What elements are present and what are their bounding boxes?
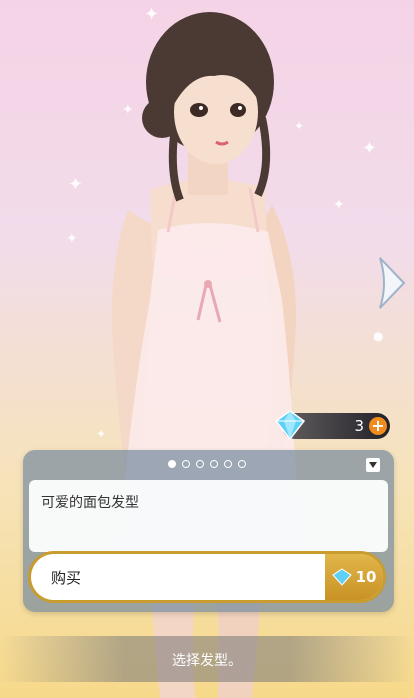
plus-icon[interactable]: + — [369, 417, 387, 435]
caption-bar: 选择发型。 — [0, 636, 414, 682]
diamond-icon — [274, 410, 306, 441]
pager-dot[interactable] — [238, 460, 246, 468]
price-value: 10 — [355, 568, 377, 586]
buy-label: 购买 — [51, 569, 82, 587]
buy-button[interactable]: 购买 10 — [31, 554, 383, 600]
pager-dot[interactable] — [210, 460, 218, 468]
pager-dot[interactable] — [168, 460, 176, 468]
pager-dot[interactable] — [224, 460, 232, 468]
diamond-count: 3 — [354, 417, 364, 435]
diamond-balance: 3 + — [274, 410, 390, 441]
item-description-box: 可爱的面包发型 — [29, 480, 388, 552]
diamond-icon — [331, 568, 352, 586]
caption-text: 选择发型。 — [172, 653, 242, 669]
item-description: 可爱的面包发型 — [41, 495, 139, 511]
pager-dot[interactable] — [182, 460, 190, 468]
hairstyle-panel: 可爱的面包发型 购买 10 — [23, 450, 394, 612]
price-tag: 10 — [325, 554, 383, 600]
pager-dot[interactable] — [196, 460, 204, 468]
dropdown-icon[interactable] — [366, 458, 380, 472]
pager-dots — [168, 460, 246, 468]
next-arrow-icon[interactable] — [374, 254, 408, 312]
